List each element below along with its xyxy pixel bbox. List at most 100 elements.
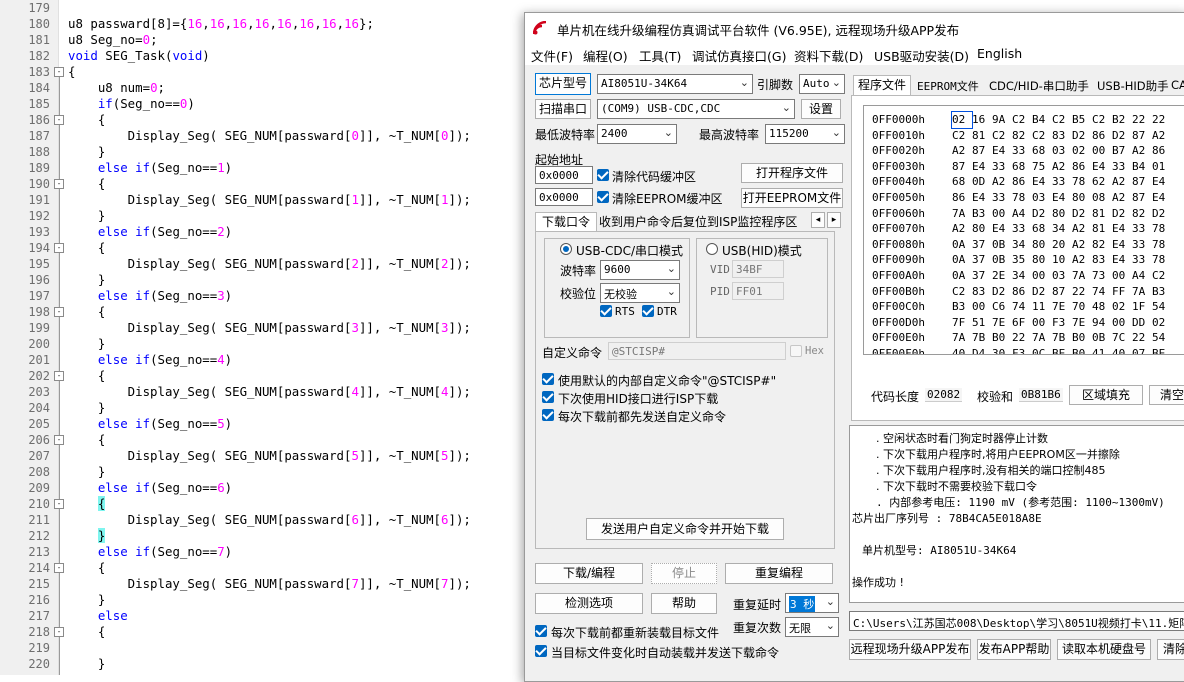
- hex-byte[interactable]: 86: [1152, 143, 1172, 159]
- fold-toggle-icon[interactable]: -: [54, 499, 64, 509]
- hex-byte[interactable]: BE: [1152, 346, 1172, 354]
- hex-byte[interactable]: 7A: [1032, 330, 1052, 346]
- hex-byte[interactable]: C2: [952, 128, 972, 144]
- hex-byte[interactable]: 78: [1152, 221, 1172, 237]
- hex-byte[interactable]: E4: [1152, 174, 1172, 190]
- hex-row[interactable]: 0FF0030h 87 E4 33 68 75 A2 86 E4 33 B4 01: [872, 159, 1172, 175]
- hex-byte[interactable]: BE: [1052, 346, 1072, 354]
- hex-byte[interactable]: 40: [1112, 346, 1132, 354]
- hex-byte[interactable]: 08: [1092, 190, 1112, 206]
- hex-byte[interactable]: B3: [1152, 284, 1172, 300]
- hex-byte[interactable]: 7E: [1072, 315, 1092, 331]
- hex-byte[interactable]: 81: [972, 128, 992, 144]
- repeat-delay-select[interactable]: 3 秒 ⌄: [785, 593, 839, 613]
- settings-button[interactable]: 设置: [801, 99, 841, 119]
- hex-byte[interactable]: 0B: [992, 252, 1012, 268]
- hex-byte[interactable]: 80: [1032, 237, 1052, 253]
- hex-byte[interactable]: 11: [1032, 299, 1052, 315]
- use-hid-next-checkbox[interactable]: [542, 391, 554, 403]
- hex-byte[interactable]: 00: [1112, 268, 1132, 284]
- hex-byte[interactable]: E4: [1112, 221, 1132, 237]
- hex-byte[interactable]: B0: [1072, 330, 1092, 346]
- hex-byte[interactable]: E4: [972, 190, 992, 206]
- repeat-count-select[interactable]: 无限 ⌄: [785, 617, 839, 637]
- hex-byte[interactable]: D2: [1112, 206, 1132, 222]
- publish-app-button[interactable]: 远程现场升级APP发布: [849, 639, 971, 660]
- hex-byte[interactable]: 68: [1012, 159, 1032, 175]
- reload-before-download-checkbox[interactable]: [535, 625, 547, 637]
- tab-program-file[interactable]: 程序文件: [853, 75, 911, 96]
- dtr-checkbox[interactable]: [642, 305, 654, 317]
- hex-byte[interactable]: A2: [1072, 252, 1092, 268]
- hex-byte[interactable]: C6: [992, 299, 1012, 315]
- hex-byte[interactable]: 03: [1052, 268, 1072, 284]
- hex-byte[interactable]: A2: [1052, 159, 1072, 175]
- hex-byte[interactable]: D2: [1072, 206, 1092, 222]
- hex-row[interactable]: 0FF0090h 0A 37 0B 35 80 10 A2 83 E4 33 78: [872, 252, 1172, 268]
- hex-row[interactable]: 0FF0010h C2 81 C2 82 C2 83 D2 86 D2 87 A2: [872, 128, 1172, 144]
- fold-toggle-icon[interactable]: -: [54, 67, 64, 77]
- read-disk-id-button[interactable]: 读取本机硬盘号: [1057, 639, 1151, 660]
- fold-toggle-icon[interactable]: -: [54, 563, 64, 573]
- tab-cdc-hid-serial[interactable]: CDC/HID-串口助手: [989, 78, 1089, 94]
- hex-byte[interactable]: 22: [1132, 112, 1152, 128]
- region-fill-button[interactable]: 区域填充: [1069, 385, 1143, 405]
- hex-byte[interactable]: D2: [1032, 284, 1052, 300]
- hex-byte[interactable]: 68: [952, 174, 972, 190]
- hex-byte[interactable]: 7C: [1112, 330, 1132, 346]
- fold-toggle-icon[interactable]: -: [54, 243, 64, 253]
- hex-byte[interactable]: 78: [1072, 174, 1092, 190]
- hex-byte[interactable]: E4: [992, 221, 1012, 237]
- hex-view[interactable]: 0FF0000h 02 16 9A C2 B4 C2 B5 C2 B2 22 22 0FF0010h C2…: [863, 105, 1184, 355]
- hex-byte[interactable]: A2: [1112, 190, 1132, 206]
- hex-byte[interactable]: 0B: [1092, 330, 1112, 346]
- hex-byte[interactable]: 0A: [952, 252, 972, 268]
- pins-select[interactable]: Auto ⌄: [799, 74, 845, 94]
- hex-byte[interactable]: 80: [1072, 190, 1092, 206]
- eeprom-start-address-input[interactable]: 0x0000: [535, 188, 593, 206]
- file-path-field[interactable]: C:\Users\江苏国芯008\Desktop\学习\8051U视频打卡\11…: [849, 611, 1184, 631]
- menu-usb-driver[interactable]: USB驱动安装(D): [874, 46, 969, 65]
- hex-byte[interactable]: 1F: [1132, 299, 1152, 315]
- hex-byte[interactable]: D2: [1032, 206, 1052, 222]
- parity-select[interactable]: 无校验 ⌄: [600, 283, 680, 303]
- hex-byte[interactable]: C2: [992, 128, 1012, 144]
- hex-byte[interactable]: E4: [1112, 237, 1132, 253]
- hex-byte[interactable]: 07: [1132, 346, 1152, 354]
- hex-byte[interactable]: 33: [1112, 159, 1132, 175]
- cdc-mode-radio[interactable]: [560, 243, 572, 255]
- hex-byte[interactable]: A2: [1112, 174, 1132, 190]
- hex-byte[interactable]: 87: [1132, 174, 1152, 190]
- hex-byte[interactable]: 02: [1152, 315, 1172, 331]
- hex-byte[interactable]: 80: [972, 221, 992, 237]
- check-options-button[interactable]: 检测选项: [535, 593, 643, 614]
- hex-byte[interactable]: 48: [1092, 299, 1112, 315]
- hex-byte[interactable]: A2: [952, 221, 972, 237]
- hex-byte[interactable]: 02: [1112, 299, 1132, 315]
- hex-row[interactable]: 0FF0050h 86 E4 33 78 03 E4 80 08 A2 87 E4: [872, 190, 1172, 206]
- hex-byte[interactable]: 87: [1132, 190, 1152, 206]
- hex-byte[interactable]: 00: [1032, 268, 1052, 284]
- port-select[interactable]: (COM9) USB-CDC,CDC ⌄: [597, 99, 795, 119]
- hex-byte[interactable]: 80: [1052, 206, 1072, 222]
- hex-byte[interactable]: A2: [992, 174, 1012, 190]
- hex-row[interactable]: 0FF0020h A2 87 E4 33 68 03 02 00 B7 A2 86: [872, 143, 1172, 159]
- hex-byte[interactable]: B0: [992, 330, 1012, 346]
- hex-byte[interactable]: 2E: [992, 268, 1012, 284]
- hex-byte[interactable]: D2: [1152, 206, 1172, 222]
- hex-byte[interactable]: 0A: [952, 268, 972, 284]
- scan-port-button[interactable]: 扫描串口: [535, 99, 591, 119]
- fold-toggle-icon[interactable]: -: [54, 371, 64, 381]
- hex-byte[interactable]: 41: [1092, 346, 1112, 354]
- open-program-file-button[interactable]: 打开程序文件: [741, 163, 843, 183]
- hex-byte[interactable]: 7A: [1132, 284, 1152, 300]
- hex-byte[interactable]: 02: [1072, 143, 1092, 159]
- download-program-button[interactable]: 下载/编程: [535, 563, 643, 584]
- hex-byte[interactable]: 34: [1012, 237, 1032, 253]
- hex-checkbox[interactable]: [790, 345, 802, 357]
- hex-byte[interactable]: B4: [1132, 159, 1152, 175]
- hex-row[interactable]: 0FF0000h 02 16 9A C2 B4 C2 B5 C2 B2 22 22: [872, 111, 1172, 129]
- hex-byte[interactable]: 73: [1092, 268, 1112, 284]
- use-default-command-checkbox[interactable]: [542, 373, 554, 385]
- hex-byte[interactable]: 51: [972, 315, 992, 331]
